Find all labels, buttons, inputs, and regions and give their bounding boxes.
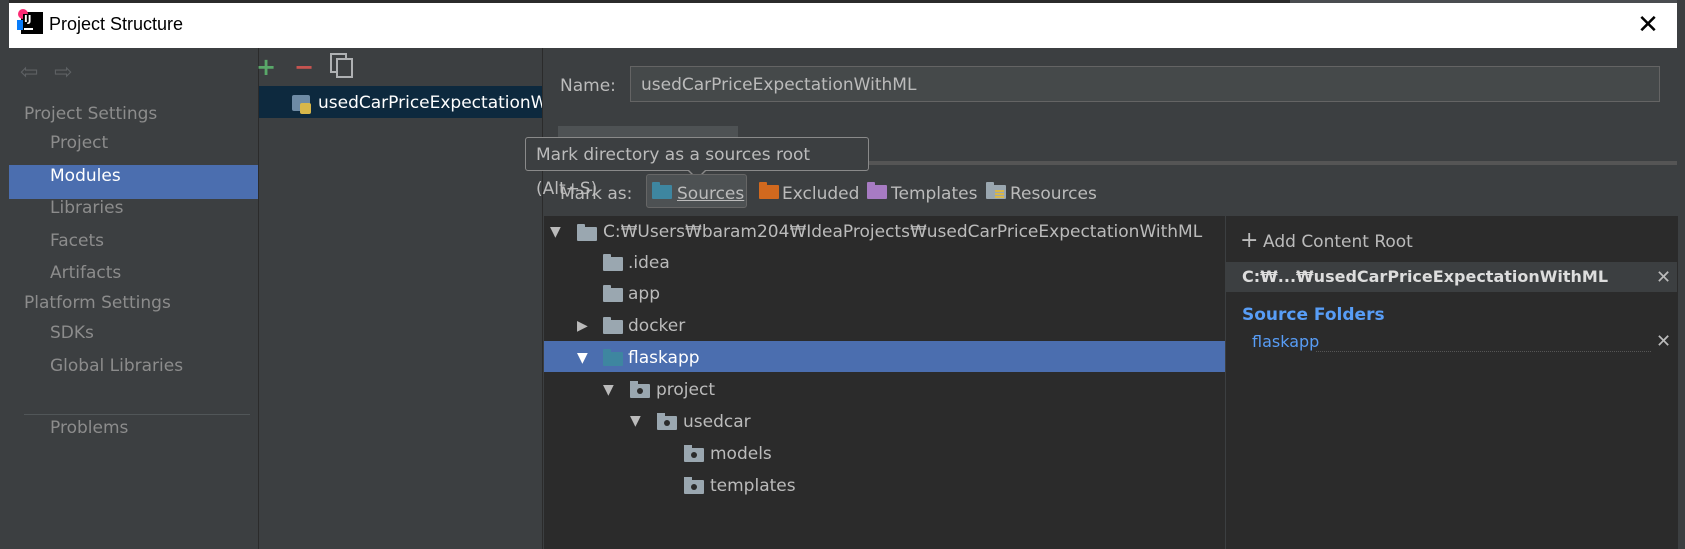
content-root-path: C:₩...₩usedCarPriceExpectationWithML <box>1242 267 1609 286</box>
resources-folder-icon <box>986 182 1006 199</box>
module-name[interactable]: usedCarPriceExpectationWithML <box>318 93 542 113</box>
module-list-panel <box>259 48 543 549</box>
nav-item-global-libraries[interactable]: Global Libraries <box>50 356 183 376</box>
sources-folder-icon <box>603 349 623 366</box>
package-icon <box>684 477 704 494</box>
tooltip: Mark directory as a sources root (Alt+S) <box>525 137 869 199</box>
expand-toggle-icon[interactable]: ▼ <box>577 350 588 366</box>
tree-node-flaskapp[interactable]: flaskapp <box>628 348 700 368</box>
package-icon <box>684 445 704 462</box>
source-folder-divider <box>1316 351 1651 352</box>
tree-node-usedcar[interactable]: usedcar <box>683 412 751 432</box>
expand-toggle-icon[interactable]: ▶ <box>577 318 588 334</box>
package-icon <box>630 381 650 398</box>
source-folders-header: Source Folders <box>1242 305 1385 325</box>
nav-item-libraries[interactable]: Libraries <box>50 198 123 218</box>
nav-item-project[interactable]: Project <box>50 133 108 153</box>
tree-node-idea[interactable]: .idea <box>628 253 670 273</box>
intellij-logo-icon: IJ <box>17 9 43 34</box>
back-arrow-icon[interactable]: ⇦ <box>20 60 38 85</box>
nav-item-modules[interactable]: Modules <box>50 166 121 186</box>
package-icon <box>657 413 677 430</box>
background-window <box>0 0 9 549</box>
tree-node-project[interactable]: project <box>656 380 715 400</box>
nav-item-sdks[interactable]: SDKs <box>50 323 94 343</box>
nav-item-artifacts[interactable]: Artifacts <box>50 263 121 283</box>
background-window <box>1677 0 1685 549</box>
expand-toggle-icon[interactable]: ▼ <box>630 413 641 429</box>
mark-excluded-button[interactable]: Excluded <box>782 184 859 204</box>
forward-arrow-icon[interactable]: ⇨ <box>54 60 72 85</box>
remove-module-button[interactable]: − <box>294 53 314 81</box>
close-button[interactable]: ✕ <box>1633 10 1663 40</box>
add-content-root-button[interactable]: Add Content Root <box>1263 232 1413 252</box>
python-module-icon <box>300 103 311 114</box>
copy-icon[interactable] <box>330 53 353 78</box>
folder-icon <box>577 224 597 241</box>
mark-resources-button[interactable]: Resources <box>1010 184 1097 204</box>
folder-icon <box>603 254 623 271</box>
tree-node-models[interactable]: models <box>710 444 772 464</box>
title-bar <box>9 3 1677 48</box>
mark-sources-label[interactable]: Sources <box>677 184 744 204</box>
name-input[interactable]: usedCarPriceExpectationWithML <box>630 66 1660 102</box>
add-module-button[interactable]: + <box>256 53 276 81</box>
nav-item-problems[interactable]: Problems <box>50 418 128 438</box>
nav-selection-highlight <box>9 165 258 199</box>
expand-toggle-icon[interactable]: ▼ <box>603 382 614 398</box>
tree-node-app[interactable]: app <box>628 284 660 304</box>
nav-divider <box>24 414 250 415</box>
sources-folder-icon <box>652 182 672 199</box>
tree-node-docker[interactable]: docker <box>628 316 685 336</box>
tree-node-root[interactable]: C:₩Users₩baram204₩IdeaProjects₩usedCarPr… <box>603 222 1202 242</box>
window-title: Project Structure <box>49 14 184 34</box>
folder-icon <box>603 285 623 302</box>
excluded-folder-icon <box>759 182 779 199</box>
remove-source-folder-button[interactable]: ✕ <box>1656 331 1671 352</box>
templates-folder-icon <box>867 182 887 199</box>
tree-node-templates[interactable]: templates <box>710 476 796 496</box>
remove-content-root-button[interactable]: ✕ <box>1656 267 1671 288</box>
project-settings-header: Project Settings <box>24 104 158 124</box>
expand-toggle-icon[interactable]: ▼ <box>550 224 561 240</box>
mark-templates-button[interactable]: Templates <box>891 184 977 204</box>
source-folder-item[interactable]: flaskapp <box>1252 332 1319 351</box>
platform-settings-header: Platform Settings <box>24 293 171 313</box>
name-label: Name: <box>560 76 616 96</box>
mark-as-label: Mark as: <box>560 184 633 204</box>
nav-item-facets[interactable]: Facets <box>50 231 104 251</box>
folder-icon <box>603 317 623 334</box>
plus-icon[interactable]: + <box>1240 228 1258 253</box>
